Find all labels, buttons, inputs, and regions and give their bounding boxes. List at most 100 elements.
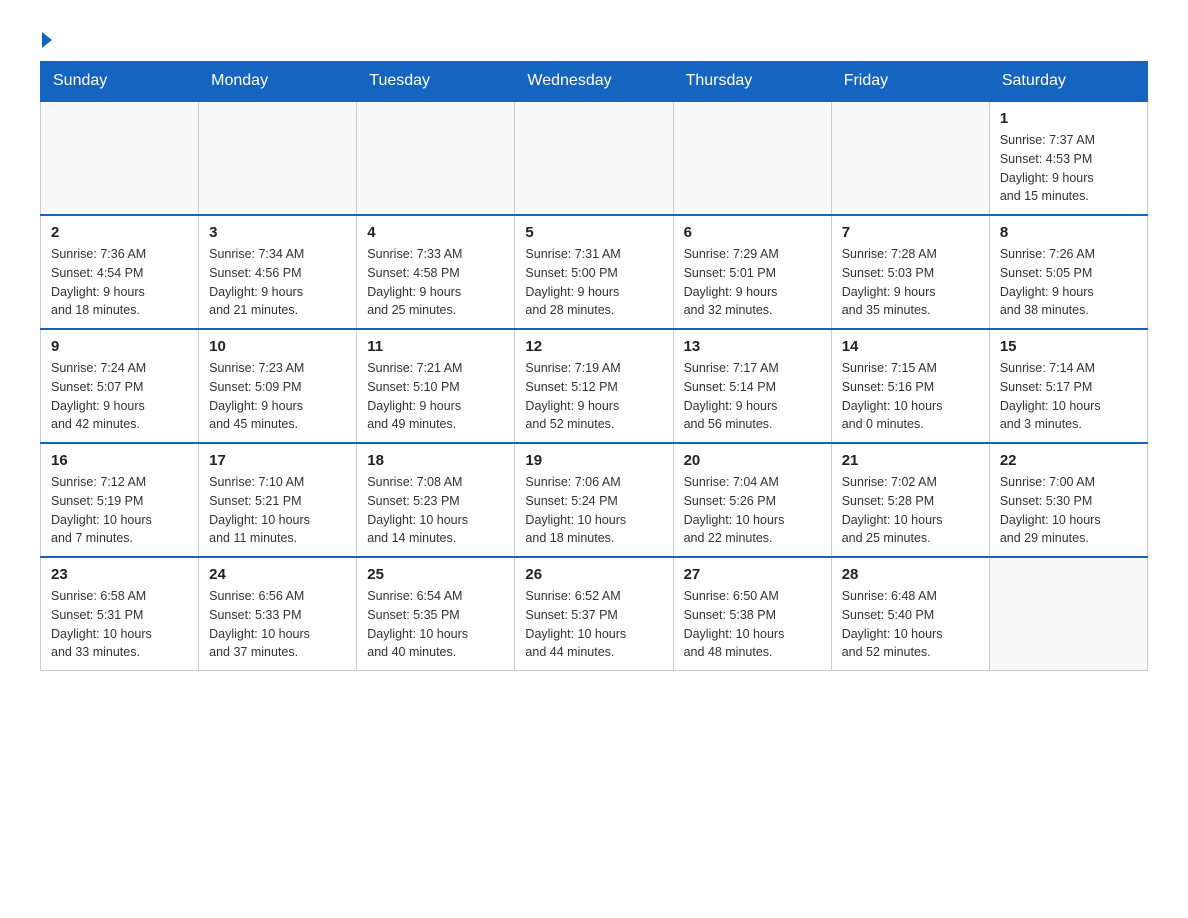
day-info: Sunrise: 7:00 AM Sunset: 5:30 PM Dayligh… [1000, 473, 1137, 548]
calendar-day-cell [515, 101, 673, 215]
calendar-day-cell: 4 Sunrise: 7:33 AM Sunset: 4:58 PM Daylig… [357, 215, 515, 329]
calendar-day-cell [831, 101, 989, 215]
day-info: Sunrise: 7:23 AM Sunset: 5:09 PM Dayligh… [209, 359, 346, 434]
calendar-day-cell: 19 Sunrise: 7:06 AM Sunset: 5:24 PM Dayli… [515, 443, 673, 557]
weekday-header-thursday: Thursday [673, 62, 831, 102]
day-number: 21 [842, 452, 979, 469]
calendar-day-cell: 15 Sunrise: 7:14 AM Sunset: 5:17 PM Dayli… [989, 329, 1147, 443]
calendar-day-cell: 12Sunrise: 7:19 AM Sunset: 5:12 PM Dayli… [515, 329, 673, 443]
logo-arrow-icon [42, 32, 52, 48]
day-info: Sunrise: 6:50 AM Sunset: 5:38 PM Dayligh… [684, 587, 821, 662]
calendar-day-cell: 17 Sunrise: 7:10 AM Sunset: 5:21 PM Dayli… [199, 443, 357, 557]
day-number: 20 [684, 452, 821, 469]
day-number: 28 [842, 566, 979, 583]
calendar-day-cell: 14 Sunrise: 7:15 AM Sunset: 5:16 PM Dayli… [831, 329, 989, 443]
day-info: Sunrise: 7:02 AM Sunset: 5:28 PM Dayligh… [842, 473, 979, 548]
day-number: 4 [367, 224, 504, 241]
calendar-day-cell: 21 Sunrise: 7:02 AM Sunset: 5:28 PM Dayli… [831, 443, 989, 557]
day-info: Sunrise: 7:10 AM Sunset: 5:21 PM Dayligh… [209, 473, 346, 548]
calendar-week-row: 9 Sunrise: 7:24 AM Sunset: 5:07 PM Daylig… [41, 329, 1148, 443]
day-info: Sunrise: 7:15 AM Sunset: 5:16 PM Dayligh… [842, 359, 979, 434]
day-number: 18 [367, 452, 504, 469]
weekday-header-sunday: Sunday [41, 62, 199, 102]
calendar-day-cell: 8Sunrise: 7:26 AM Sunset: 5:05 PM Daylig… [989, 215, 1147, 329]
calendar-day-cell: 10Sunrise: 7:23 AM Sunset: 5:09 PM Dayli… [199, 329, 357, 443]
day-info: Sunrise: 7:19 AM Sunset: 5:12 PM Dayligh… [525, 359, 662, 434]
day-info: Sunrise: 7:06 AM Sunset: 5:24 PM Dayligh… [525, 473, 662, 548]
calendar-day-cell [199, 101, 357, 215]
calendar-day-cell: 1 Sunrise: 7:37 AM Sunset: 4:53 PM Daylig… [989, 101, 1147, 215]
page-header [40, 30, 1148, 46]
calendar-day-cell: 23Sunrise: 6:58 AM Sunset: 5:31 PM Dayli… [41, 557, 199, 671]
day-number: 5 [525, 224, 662, 241]
calendar-day-cell: 5 Sunrise: 7:31 AM Sunset: 5:00 PM Daylig… [515, 215, 673, 329]
day-info: Sunrise: 6:56 AM Sunset: 5:33 PM Dayligh… [209, 587, 346, 662]
day-number: 11 [367, 338, 504, 355]
day-number: 24 [209, 566, 346, 583]
day-info: Sunrise: 7:24 AM Sunset: 5:07 PM Dayligh… [51, 359, 188, 434]
logo [40, 30, 52, 46]
weekday-header-wednesday: Wednesday [515, 62, 673, 102]
day-number: 13 [684, 338, 821, 355]
weekday-header-row: SundayMondayTuesdayWednesdayThursdayFrid… [41, 62, 1148, 102]
calendar-day-cell: 22 Sunrise: 7:00 AM Sunset: 5:30 PM Dayli… [989, 443, 1147, 557]
calendar-day-cell: 16 Sunrise: 7:12 AM Sunset: 5:19 PM Dayli… [41, 443, 199, 557]
calendar-day-cell [989, 557, 1147, 671]
day-number: 25 [367, 566, 504, 583]
calendar-day-cell: 11 Sunrise: 7:21 AM Sunset: 5:10 PM Dayli… [357, 329, 515, 443]
calendar-day-cell [41, 101, 199, 215]
day-number: 1 [1000, 110, 1137, 127]
calendar-day-cell: 24 Sunrise: 6:56 AM Sunset: 5:33 PM Dayli… [199, 557, 357, 671]
day-info: Sunrise: 6:54 AM Sunset: 5:35 PM Dayligh… [367, 587, 504, 662]
calendar-day-cell: 6 Sunrise: 7:29 AM Sunset: 5:01 PM Daylig… [673, 215, 831, 329]
day-number: 3 [209, 224, 346, 241]
calendar-day-cell: 13 Sunrise: 7:17 AM Sunset: 5:14 PM Dayli… [673, 329, 831, 443]
day-info: Sunrise: 6:52 AM Sunset: 5:37 PM Dayligh… [525, 587, 662, 662]
calendar-day-cell: 27 Sunrise: 6:50 AM Sunset: 5:38 PM Dayli… [673, 557, 831, 671]
day-number: 23 [51, 566, 188, 583]
day-number: 19 [525, 452, 662, 469]
day-info: Sunrise: 7:17 AM Sunset: 5:14 PM Dayligh… [684, 359, 821, 434]
calendar-day-cell: 26 Sunrise: 6:52 AM Sunset: 5:37 PM Dayli… [515, 557, 673, 671]
calendar-week-row: 2Sunrise: 7:36 AM Sunset: 4:54 PM Daylig… [41, 215, 1148, 329]
weekday-header-saturday: Saturday [989, 62, 1147, 102]
day-number: 6 [684, 224, 821, 241]
day-info: Sunrise: 7:34 AM Sunset: 4:56 PM Dayligh… [209, 245, 346, 320]
weekday-header-monday: Monday [199, 62, 357, 102]
day-info: Sunrise: 6:48 AM Sunset: 5:40 PM Dayligh… [842, 587, 979, 662]
day-info: Sunrise: 7:12 AM Sunset: 5:19 PM Dayligh… [51, 473, 188, 548]
day-info: Sunrise: 7:33 AM Sunset: 4:58 PM Dayligh… [367, 245, 504, 320]
day-number: 7 [842, 224, 979, 241]
day-info: Sunrise: 7:21 AM Sunset: 5:10 PM Dayligh… [367, 359, 504, 434]
day-number: 22 [1000, 452, 1137, 469]
day-info: Sunrise: 7:04 AM Sunset: 5:26 PM Dayligh… [684, 473, 821, 548]
day-number: 14 [842, 338, 979, 355]
day-info: Sunrise: 7:28 AM Sunset: 5:03 PM Dayligh… [842, 245, 979, 320]
calendar-day-cell: 7 Sunrise: 7:28 AM Sunset: 5:03 PM Daylig… [831, 215, 989, 329]
calendar-day-cell: 20 Sunrise: 7:04 AM Sunset: 5:26 PM Dayli… [673, 443, 831, 557]
calendar-body: 1 Sunrise: 7:37 AM Sunset: 4:53 PM Daylig… [41, 101, 1148, 671]
day-number: 17 [209, 452, 346, 469]
day-number: 8 [1000, 224, 1137, 241]
day-info: Sunrise: 7:37 AM Sunset: 4:53 PM Dayligh… [1000, 131, 1137, 206]
weekday-header-tuesday: Tuesday [357, 62, 515, 102]
calendar-header: SundayMondayTuesdayWednesdayThursdayFrid… [41, 62, 1148, 102]
day-info: Sunrise: 7:29 AM Sunset: 5:01 PM Dayligh… [684, 245, 821, 320]
day-number: 9 [51, 338, 188, 355]
day-number: 26 [525, 566, 662, 583]
calendar-day-cell: 18Sunrise: 7:08 AM Sunset: 5:23 PM Dayli… [357, 443, 515, 557]
calendar-day-cell [357, 101, 515, 215]
calendar-week-row: 23Sunrise: 6:58 AM Sunset: 5:31 PM Dayli… [41, 557, 1148, 671]
calendar-week-row: 16 Sunrise: 7:12 AM Sunset: 5:19 PM Dayli… [41, 443, 1148, 557]
weekday-header-friday: Friday [831, 62, 989, 102]
calendar-table: SundayMondayTuesdayWednesdayThursdayFrid… [40, 61, 1148, 671]
day-number: 15 [1000, 338, 1137, 355]
calendar-day-cell [673, 101, 831, 215]
day-info: Sunrise: 7:14 AM Sunset: 5:17 PM Dayligh… [1000, 359, 1137, 434]
calendar-day-cell: 9 Sunrise: 7:24 AM Sunset: 5:07 PM Daylig… [41, 329, 199, 443]
calendar-day-cell: 2Sunrise: 7:36 AM Sunset: 4:54 PM Daylig… [41, 215, 199, 329]
day-number: 16 [51, 452, 188, 469]
day-info: Sunrise: 7:31 AM Sunset: 5:00 PM Dayligh… [525, 245, 662, 320]
day-number: 27 [684, 566, 821, 583]
logo-text [40, 30, 52, 46]
